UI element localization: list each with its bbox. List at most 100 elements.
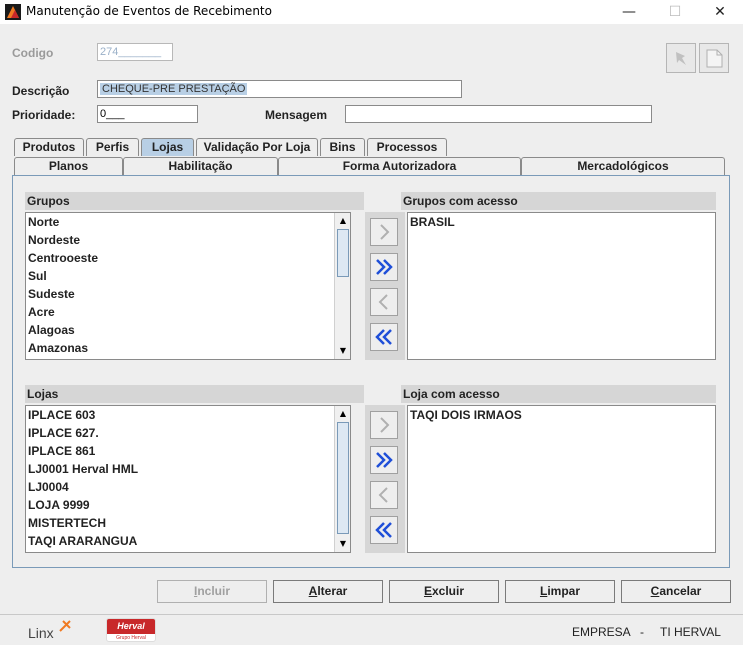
list-item[interactable]: TAQI DOIS IRMAOS [408,406,715,424]
close-icon: ✕ [714,4,726,20]
list-item[interactable]: BRASIL [408,213,715,231]
remove-all-grupos-button[interactable] [370,323,398,351]
linx-star-icon [59,620,71,632]
descricao-label: Descrição [12,84,70,98]
chevron-left-icon [378,487,388,503]
minimize-icon: — [622,4,636,20]
herval-logo-text: Herval [107,619,155,634]
list-item[interactable]: Sul [26,267,350,285]
list-item[interactable]: Acre [26,303,350,321]
double-chevron-left-icon [375,522,392,538]
excluir-button[interactable]: Excluir [389,580,499,603]
list-item[interactable]: Alagoas [26,321,350,339]
list-item[interactable]: IPLACE 861 [26,442,350,460]
mensagem-field[interactable] [345,105,652,123]
linx-logo: Linx [28,620,78,643]
list-item[interactable]: LOJA 9999 [26,496,350,514]
grupos-list[interactable]: Norte Nordeste Centrooeste Sul Sudeste A… [25,212,351,360]
incluir-label: ncluir [197,584,230,598]
remove-grupo-button[interactable] [370,288,398,316]
remove-loja-button[interactable] [370,481,398,509]
grupos-acesso-list[interactable]: BRASIL [407,212,716,360]
tab-validacao-por-loja[interactable]: Validação Por Loja [196,138,318,156]
chevron-right-icon [380,224,390,240]
mensagem-label: Mensagem [265,108,328,122]
cancelar-button[interactable]: Cancelar [621,580,731,603]
document-icon [706,49,723,68]
grupos-scrollbar[interactable]: ▲ ▼ [334,213,350,359]
tab-perfis[interactable]: Perfis [86,138,139,156]
add-loja-button[interactable] [370,411,398,439]
grupos-acesso-header: Grupos com acesso [401,192,716,210]
incluir-button[interactable]: Incluir [157,580,267,603]
excluir-mnemonic: E [423,584,432,598]
codigo-field[interactable]: 274_______ [97,43,173,61]
title-bar: Manutenção de Eventos de Recebimento — ☐… [0,0,743,24]
remove-all-lojas-button[interactable] [370,516,398,544]
window-title: Manutenção de Eventos de Recebimento [26,4,272,18]
maximize-button[interactable]: ☐ [652,0,698,24]
list-item[interactable]: MISTERTECH [26,514,350,532]
lojas-header: Lojas [25,385,364,403]
list-item[interactable]: LJ0004 [26,478,350,496]
excluir-label: xcluir [432,584,465,598]
tab-lojas[interactable]: Lojas [141,138,194,156]
app-icon [5,4,21,20]
linx-logo-text: Linx [28,625,54,641]
window: Manutenção de Eventos de Recebimento — ☐… [0,0,743,645]
cancelar-mnemonic: C [650,584,660,598]
scroll-thumb[interactable] [337,229,349,277]
list-item[interactable]: Centrooeste [26,249,350,267]
list-item[interactable]: Sudeste [26,285,350,303]
add-all-grupos-button[interactable] [370,253,398,281]
lojas-acesso-header: Loja com acesso [401,385,716,403]
tab-habilitacao[interactable]: Habilitação [123,157,278,175]
limpar-label: impar [547,584,581,598]
minimize-button[interactable]: — [606,0,652,24]
grupos-header: Grupos [25,192,364,210]
prioridade-label: Prioridade: [12,108,76,122]
list-item[interactable]: Amazonas [26,339,350,357]
lojas-list[interactable]: IPLACE 603 IPLACE 627. IPLACE 861 LJ0001… [25,405,351,553]
double-chevron-left-icon [375,329,392,345]
lojas-acesso-list[interactable]: TAQI DOIS IRMAOS [407,405,716,553]
list-item[interactable]: LJ0001 Herval HML [26,460,350,478]
limpar-button[interactable]: Limpar [505,580,615,603]
tab-bins[interactable]: Bins [320,138,365,156]
scroll-down-icon[interactable]: ▼ [337,538,349,550]
herval-logo: Herval Grupo Herval [106,618,156,642]
list-item[interactable]: Nordeste [26,231,350,249]
list-item[interactable]: IPLACE 603 [26,406,350,424]
tab-processos[interactable]: Processos [367,138,447,156]
herval-logo-subtext: Grupo Herval [116,635,146,641]
chevron-right-icon [380,417,390,433]
double-chevron-right-icon [376,452,393,468]
tool-button-1[interactable] [666,43,696,73]
list-item[interactable]: Norte [26,213,350,231]
prioridade-field[interactable]: 0___ [97,105,198,123]
alterar-button[interactable]: Alterar [273,580,383,603]
scroll-thumb[interactable] [337,422,349,534]
list-item[interactable]: IPLACE 627. [26,424,350,442]
lojas-tab-panel: Grupos Norte Nordeste Centrooeste Sul Su… [12,175,730,568]
tab-produtos[interactable]: Produtos [14,138,84,156]
chevron-left-icon [378,294,388,310]
lojas-scrollbar[interactable]: ▲ ▼ [334,406,350,552]
descricao-field[interactable]: CHEQUE-PRE PRESTAÇÃO [97,80,462,98]
tool-button-2[interactable] [699,43,729,73]
add-grupo-button[interactable] [370,218,398,246]
double-chevron-right-icon [376,259,393,275]
scroll-up-icon[interactable]: ▲ [337,408,349,420]
scroll-down-icon[interactable]: ▼ [337,345,349,357]
status-bar: Linx Herval Grupo Herval EMPRESA - TI HE… [0,614,743,645]
add-all-lojas-button[interactable] [370,446,398,474]
tab-mercadologicos[interactable]: Mercadológicos [521,157,725,175]
tab-planos[interactable]: Planos [14,157,123,175]
list-item[interactable]: TAQI ARARANGUA [26,532,350,550]
close-button[interactable]: ✕ [697,0,743,24]
descricao-value: CHEQUE-PRE PRESTAÇÃO [100,83,248,95]
tab-forma-autorizadora[interactable]: Forma Autorizadora [278,157,521,175]
empresa-label: EMPRESA [572,625,631,639]
scroll-up-icon[interactable]: ▲ [337,215,349,227]
cancelar-label: ancelar [659,584,702,598]
